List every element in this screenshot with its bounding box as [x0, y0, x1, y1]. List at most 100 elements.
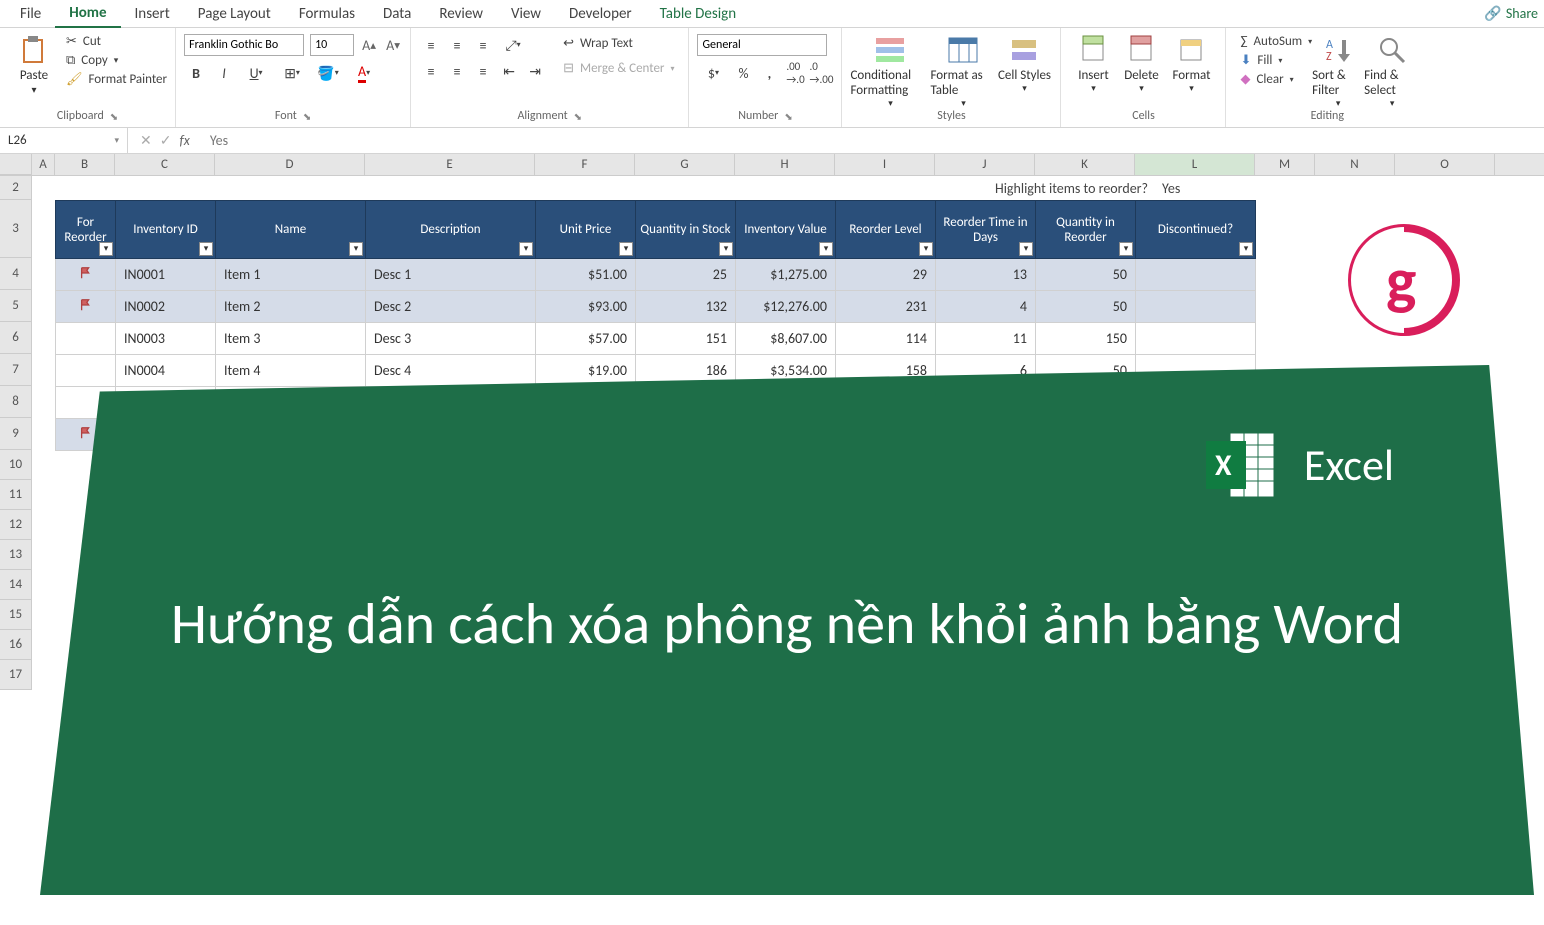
align-middle-button[interactable]: ≡	[445, 34, 469, 56]
cancel-formula-button[interactable]: ✕	[140, 132, 152, 149]
filter-button[interactable]: ▾	[919, 242, 933, 256]
share-button[interactable]: 🔗Share	[1484, 5, 1538, 22]
row-header-5[interactable]: 5	[0, 290, 32, 322]
find-select-button[interactable]: Find & Select▾	[1364, 34, 1420, 109]
increase-indent-button[interactable]: ⇥	[523, 60, 547, 82]
row-header-6[interactable]: 6	[0, 322, 32, 354]
table-header[interactable]: For Reorder▾	[56, 201, 116, 259]
align-bottom-button[interactable]: ≡	[471, 34, 495, 56]
col-header-d[interactable]: D	[215, 154, 365, 175]
align-top-button[interactable]: ≡	[419, 34, 443, 56]
col-header-a[interactable]: A	[32, 154, 55, 175]
enter-formula-button[interactable]: ✓	[160, 132, 172, 149]
increase-font-button[interactable]: A▴	[360, 36, 378, 54]
tab-table-design[interactable]: Table Design	[646, 1, 750, 27]
col-header-e[interactable]: E	[365, 154, 535, 175]
clipboard-dialog-launcher[interactable]: ⬊	[110, 110, 118, 123]
col-header-o[interactable]: O	[1395, 154, 1495, 175]
delete-cells-button[interactable]: Delete▾	[1117, 34, 1165, 94]
conditional-formatting-button[interactable]: Conditional Formatting▾	[850, 34, 930, 109]
row-header-13[interactable]: 13	[0, 540, 32, 570]
worksheet[interactable]: A B C D E F G H I J K L M N O 2345678910…	[0, 154, 1544, 176]
format-painter-button[interactable]: 🖌Format Painter	[66, 72, 167, 87]
col-header-k[interactable]: K	[1035, 154, 1135, 175]
name-box[interactable]: L26▾	[0, 128, 128, 153]
row-header-11[interactable]: 11	[0, 480, 32, 510]
align-center-button[interactable]: ≡	[445, 60, 469, 82]
filter-button[interactable]: ▾	[819, 242, 833, 256]
decrease-font-button[interactable]: A▾	[384, 36, 402, 54]
table-header[interactable]: Discontinued?▾	[1136, 201, 1256, 259]
reorder-answer-cell[interactable]: Yes	[1162, 180, 1180, 197]
accounting-format-button[interactable]: $▾	[697, 62, 729, 84]
cell-styles-button[interactable]: Cell Styles▾	[996, 34, 1052, 94]
borders-button[interactable]: ⊞▾	[276, 62, 308, 84]
col-header-c[interactable]: C	[115, 154, 215, 175]
col-header-j[interactable]: J	[935, 154, 1035, 175]
filter-button[interactable]: ▾	[1019, 242, 1033, 256]
row-header-15[interactable]: 15	[0, 600, 32, 630]
tab-view[interactable]: View	[497, 1, 555, 27]
paste-button[interactable]: Paste▾	[8, 34, 60, 96]
filter-button[interactable]: ▾	[719, 242, 733, 256]
row-header-16[interactable]: 16	[0, 630, 32, 660]
table-header[interactable]: Inventory Value▾	[736, 201, 836, 259]
filter-button[interactable]: ▾	[519, 242, 533, 256]
copy-button[interactable]: ⧉Copy▾	[66, 53, 167, 68]
percent-button[interactable]: %	[731, 62, 755, 84]
autosum-button[interactable]: ∑AutoSum▾	[1240, 34, 1312, 49]
tab-page-layout[interactable]: Page Layout	[184, 1, 285, 27]
table-row[interactable]: IN0002Item 2Desc 2$93.00132$12,276.00231…	[56, 291, 1256, 323]
orientation-button[interactable]: ⤢▾	[497, 34, 529, 56]
tab-formulas[interactable]: Formulas	[285, 1, 369, 27]
bold-button[interactable]: B	[184, 62, 208, 84]
table-header[interactable]: Description▾	[366, 201, 536, 259]
col-header-b[interactable]: B	[55, 154, 115, 175]
filter-button[interactable]: ▾	[349, 242, 363, 256]
filter-button[interactable]: ▾	[99, 242, 113, 256]
tab-home[interactable]: Home	[55, 0, 120, 28]
fill-button[interactable]: ⬇Fill▾	[1240, 53, 1312, 68]
table-row[interactable]: IN0001Item 1Desc 1$51.0025$1,275.0029135…	[56, 259, 1256, 291]
font-color-button[interactable]: A▾	[348, 62, 380, 84]
table-row[interactable]: IN0003Item 3Desc 3$57.00151$8,607.001141…	[56, 323, 1256, 355]
col-header-g[interactable]: G	[635, 154, 735, 175]
tab-insert[interactable]: Insert	[121, 1, 184, 27]
select-all-corner[interactable]	[0, 154, 32, 175]
clear-button[interactable]: ◆Clear▾	[1240, 72, 1312, 87]
cut-button[interactable]: ✂Cut	[66, 34, 167, 49]
tab-developer[interactable]: Developer	[555, 1, 646, 27]
table-header[interactable]: Reorder Level▾	[836, 201, 936, 259]
filter-button[interactable]: ▾	[619, 242, 633, 256]
table-header[interactable]: Inventory ID▾	[116, 201, 216, 259]
fx-button[interactable]: fx	[179, 132, 189, 149]
wrap-text-button[interactable]: ↩Wrap Text	[557, 34, 680, 53]
row-header-14[interactable]: 14	[0, 570, 32, 600]
row-header-9[interactable]: 9	[0, 418, 32, 450]
row-header-12[interactable]: 12	[0, 510, 32, 540]
sort-filter-button[interactable]: AZ Sort & Filter▾	[1312, 34, 1364, 109]
number-dialog-launcher[interactable]: ⬊	[784, 110, 792, 123]
formula-input[interactable]: Yes	[202, 132, 1544, 149]
col-header-n[interactable]: N	[1315, 154, 1395, 175]
table-header[interactable]: Name▾	[216, 201, 366, 259]
table-header[interactable]: Quantity in Stock▾	[636, 201, 736, 259]
row-header-2[interactable]: 2	[0, 176, 32, 200]
filter-button[interactable]: ▾	[1239, 242, 1253, 256]
fill-color-button[interactable]: 🪣▾	[312, 62, 344, 84]
font-dialog-launcher[interactable]: ⬊	[303, 110, 311, 123]
filter-button[interactable]: ▾	[199, 242, 213, 256]
col-header-m[interactable]: M	[1255, 154, 1315, 175]
col-header-f[interactable]: F	[535, 154, 635, 175]
row-header-17[interactable]: 17	[0, 660, 32, 690]
font-family-select[interactable]	[184, 34, 304, 56]
table-header[interactable]: Unit Price▾	[536, 201, 636, 259]
row-header-7[interactable]: 7	[0, 354, 32, 386]
decrease-decimal-button[interactable]: .0→.00	[809, 62, 833, 84]
font-size-select[interactable]	[310, 34, 354, 56]
merge-center-button[interactable]: ⊟Merge & Center▾	[557, 59, 680, 78]
table-header[interactable]: Reorder Time in Days▾	[936, 201, 1036, 259]
row-header-8[interactable]: 8	[0, 386, 32, 418]
align-right-button[interactable]: ≡	[471, 60, 495, 82]
align-left-button[interactable]: ≡	[419, 60, 443, 82]
